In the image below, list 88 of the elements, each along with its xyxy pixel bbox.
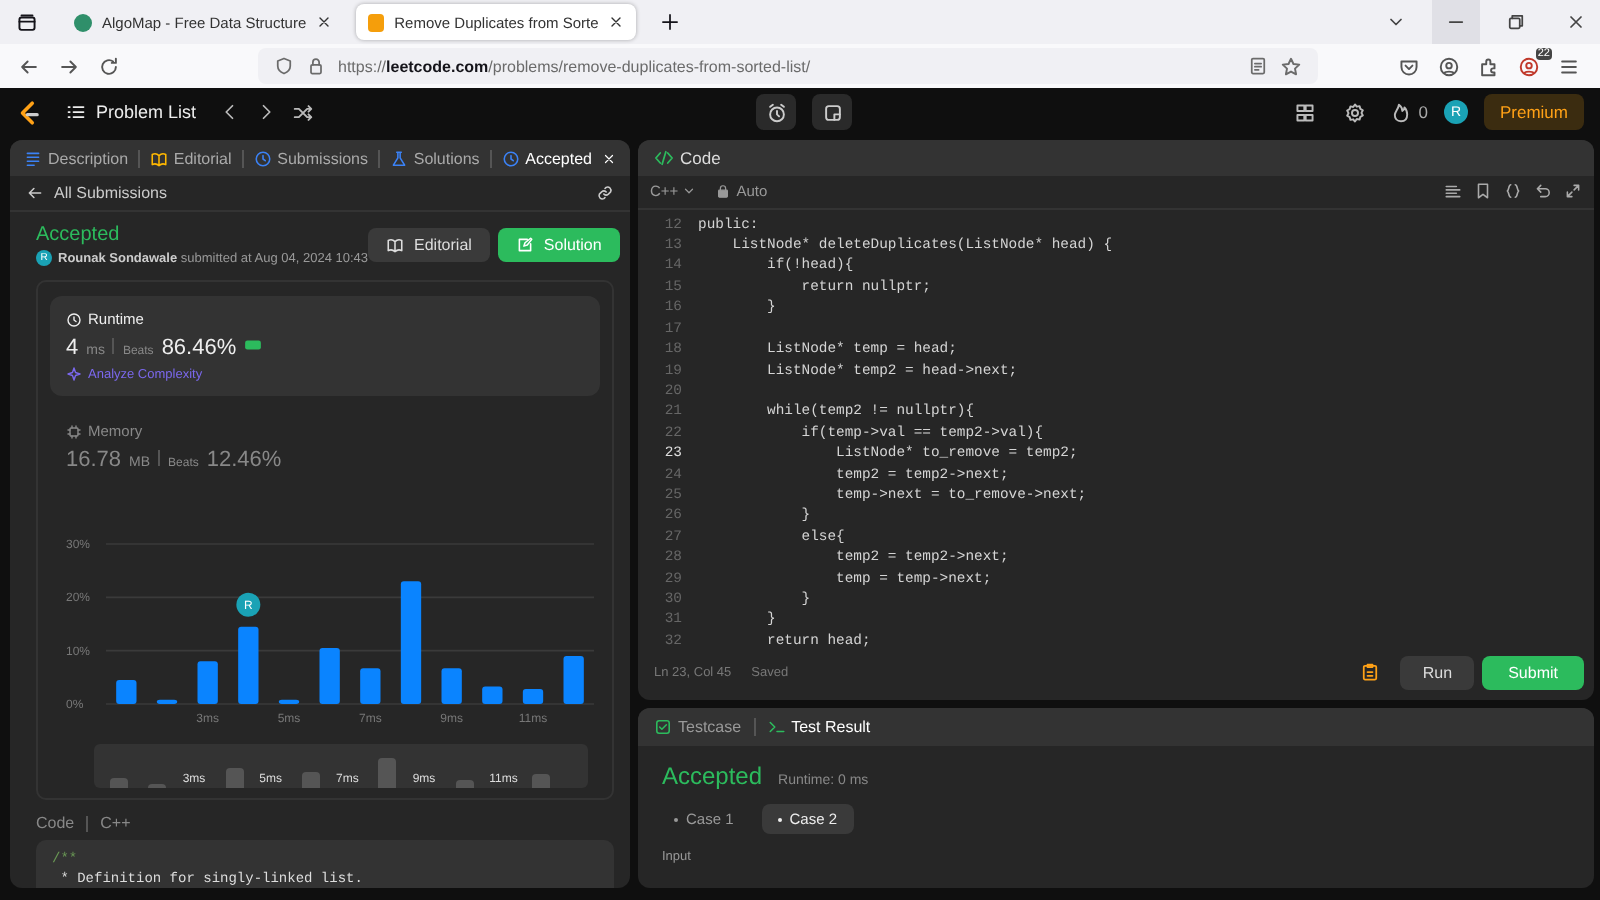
back-arrow-icon xyxy=(26,184,44,202)
settings-icon[interactable] xyxy=(1344,101,1367,123)
site-favicon-icon xyxy=(74,13,92,31)
minimap-bar xyxy=(110,778,128,788)
minimap-bar xyxy=(301,772,320,788)
close-icon[interactable] xyxy=(608,14,625,30)
panel-tab[interactable]: Solutions xyxy=(383,142,486,174)
account-icon[interactable] xyxy=(1438,55,1460,77)
bar[interactable] xyxy=(522,689,544,704)
panel-tab[interactable]: Accepted xyxy=(495,142,622,174)
description-icon xyxy=(24,149,42,167)
lock-icon xyxy=(716,184,731,199)
minimap-bar xyxy=(378,758,397,788)
beats-percent: 12.46% xyxy=(206,448,282,472)
minimap-bar xyxy=(531,773,550,788)
bar[interactable] xyxy=(278,699,300,704)
expand-icon[interactable] xyxy=(1564,182,1582,201)
panel-tab[interactable]: Description xyxy=(18,142,135,174)
close-icon[interactable] xyxy=(316,14,333,30)
verdict-text: Accepted xyxy=(662,762,763,790)
bookmark-star-icon[interactable] xyxy=(1280,55,1302,77)
extension-icon[interactable] xyxy=(1518,55,1540,77)
format-icon[interactable] xyxy=(1444,182,1462,201)
restore-icon[interactable] xyxy=(1506,12,1526,32)
panel-title: Code xyxy=(680,147,721,168)
link-icon[interactable] xyxy=(596,184,614,202)
sparkle-icon xyxy=(66,366,82,382)
badge-icon xyxy=(244,336,263,354)
address-bar[interactable]: https://leetcode.com/problems/remove-duplicates-from-sorted-list/ xyxy=(258,48,1318,84)
problem-list-button[interactable]: Problem List xyxy=(58,102,205,122)
panel-tab[interactable]: Test Result xyxy=(763,718,875,736)
menu-icon[interactable] xyxy=(1558,55,1580,77)
bar[interactable] xyxy=(156,699,178,704)
braces-icon[interactable] xyxy=(1504,182,1522,201)
clock-icon xyxy=(501,149,520,167)
leetcode-favicon-icon xyxy=(368,13,385,31)
language-label: C++ xyxy=(100,814,131,832)
lock-icon xyxy=(306,56,326,76)
status-text: Accepted xyxy=(36,224,122,246)
caret-icon xyxy=(682,184,697,199)
editorial-button[interactable]: Editorial xyxy=(368,228,490,262)
reader-view-icon[interactable] xyxy=(1248,56,1268,76)
bar[interactable] xyxy=(400,581,422,704)
flask-icon xyxy=(389,149,408,167)
clock-icon xyxy=(253,149,272,167)
panel-tab[interactable]: Editorial xyxy=(143,142,238,174)
back-link[interactable]: All Submissions xyxy=(26,184,167,202)
clipboard-icon[interactable] xyxy=(1360,662,1381,683)
timer-button[interactable] xyxy=(756,94,797,130)
minimap-bar xyxy=(455,780,473,788)
shield-icon xyxy=(274,56,294,76)
flame-icon[interactable] xyxy=(1390,101,1413,123)
streak-count: 0 xyxy=(1418,102,1428,122)
metric-value: 4 xyxy=(66,336,79,360)
code-icon xyxy=(654,147,674,168)
chip-icon xyxy=(66,423,82,439)
pocket-icon[interactable] xyxy=(1398,55,1420,77)
notes-button[interactable] xyxy=(812,94,853,130)
book-icon xyxy=(149,149,168,167)
forward-icon[interactable] xyxy=(58,55,80,77)
leetcode-logo-icon[interactable] xyxy=(16,99,42,125)
layout-icon[interactable] xyxy=(1294,101,1317,123)
checkbox-icon xyxy=(654,718,672,736)
clock-icon xyxy=(66,311,82,327)
panel-tab[interactable]: Testcase xyxy=(650,718,746,736)
note-icon xyxy=(821,101,844,123)
run-button[interactable]: Run xyxy=(1400,655,1475,690)
bookmark-icon[interactable] xyxy=(1474,182,1492,201)
terminal-icon xyxy=(767,718,786,736)
bar[interactable] xyxy=(482,686,503,704)
book-icon xyxy=(386,236,405,254)
minimap-bar xyxy=(225,767,243,788)
extensions-icon[interactable] xyxy=(1478,55,1500,77)
code-label: Code xyxy=(36,814,75,832)
close-icon[interactable] xyxy=(1566,12,1586,32)
minimap-bar xyxy=(148,783,167,788)
reload-icon[interactable] xyxy=(98,55,120,77)
shuffle-icon[interactable] xyxy=(292,101,315,123)
premium-button[interactable]: Premium xyxy=(1483,94,1584,130)
back-icon[interactable] xyxy=(18,55,40,77)
tab-overview-icon[interactable] xyxy=(16,11,38,33)
list-icon xyxy=(66,102,86,122)
metric-value: 16.78 xyxy=(66,448,122,472)
edit-icon xyxy=(515,236,534,254)
panel-tab[interactable]: Submissions xyxy=(247,142,374,174)
reset-icon[interactable] xyxy=(1534,182,1552,201)
beats-percent: 86.46% xyxy=(161,336,237,360)
alarm-clock-icon xyxy=(765,101,788,123)
